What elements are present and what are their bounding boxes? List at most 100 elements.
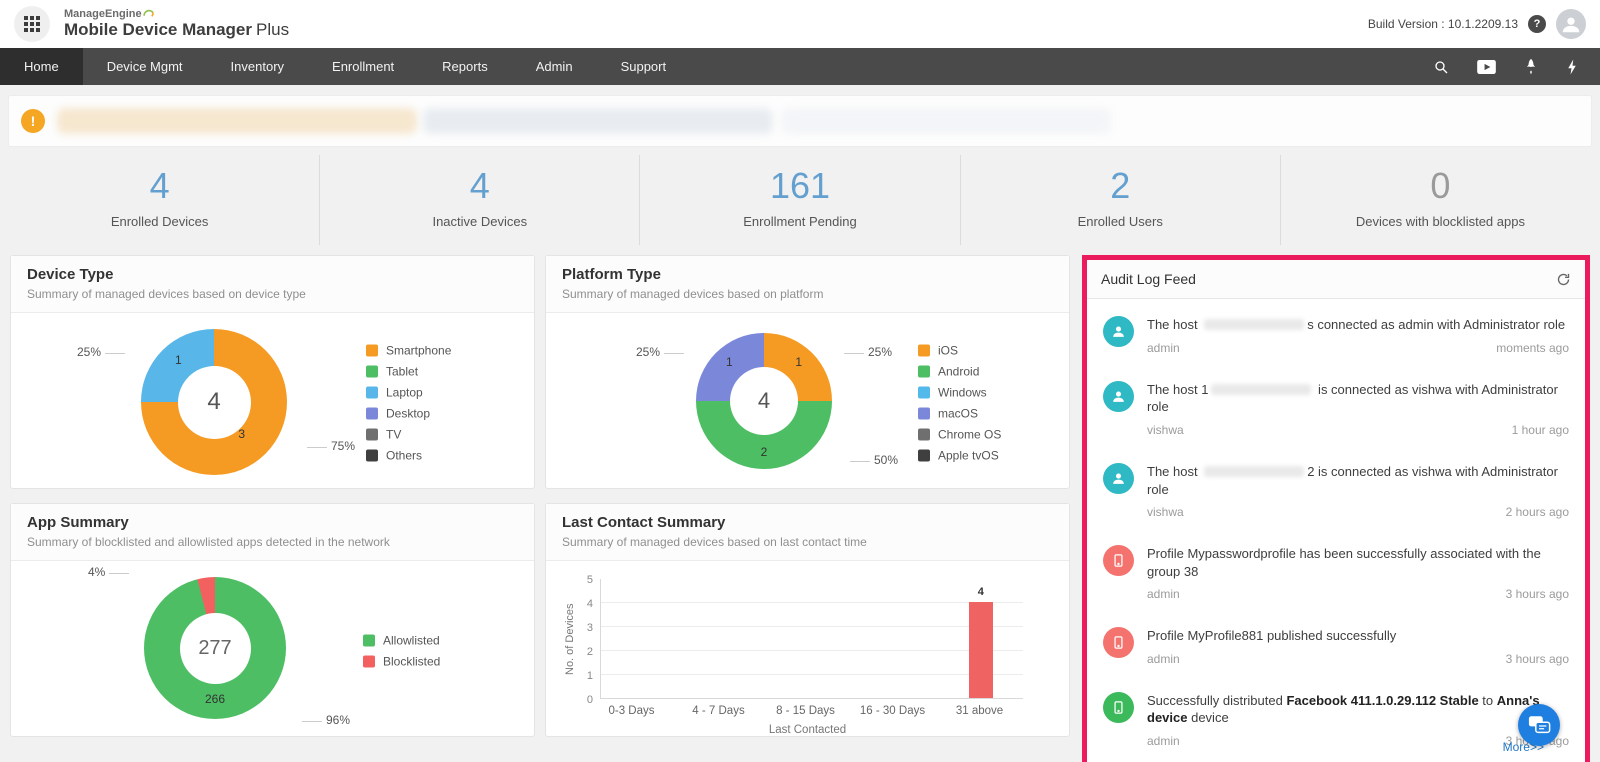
stat-enrolled-users[interactable]: 2Enrolled Users bbox=[961, 155, 1281, 245]
legend-item: Desktop bbox=[366, 407, 451, 421]
audit-entry: The host 1 is connected as vishwa with A… bbox=[1103, 368, 1569, 450]
stat-devices-with-blocklisted-apps[interactable]: 0Devices with blocklisted apps bbox=[1281, 155, 1600, 245]
bar-column bbox=[601, 579, 685, 698]
audit-log-feed-card: Audit Log Feed The host s connected as a… bbox=[1082, 255, 1590, 762]
slice-value-label: 1 bbox=[795, 355, 802, 369]
slice-value-label: 1 bbox=[726, 355, 733, 369]
stat-enrolled-devices[interactable]: 4Enrolled Devices bbox=[0, 155, 320, 245]
audit-time: 2 hours ago bbox=[1506, 505, 1569, 519]
build-version: Build Version : 10.1.2209.13 bbox=[1368, 17, 1518, 31]
card-body: 2774%96%266 AllowlistedBlocklisted bbox=[11, 561, 534, 741]
device-type-donut-chart: 425%75%13 bbox=[141, 329, 287, 475]
bar-column bbox=[854, 579, 938, 698]
stat-label: Enrolled Devices bbox=[0, 214, 319, 229]
legend-label: Smartphone bbox=[386, 344, 451, 358]
percent-callout: 50% bbox=[850, 453, 898, 467]
nav-item-support[interactable]: Support bbox=[597, 48, 691, 85]
legend-color-box bbox=[918, 345, 930, 357]
rocket-icon[interactable] bbox=[1524, 58, 1538, 75]
platform-type-donut-chart: 425%25%50%112 bbox=[696, 333, 832, 469]
audit-user: admin bbox=[1147, 652, 1180, 666]
legend-item: iOS bbox=[918, 344, 1001, 358]
search-icon[interactable] bbox=[1433, 59, 1449, 75]
widgets-grid: Device Type Summary of managed devices b… bbox=[10, 255, 1070, 737]
bar-column bbox=[770, 579, 854, 698]
legend-color-box bbox=[366, 366, 378, 378]
nav-item-enrollment[interactable]: Enrollment bbox=[308, 48, 418, 85]
alert-banner: ! bbox=[8, 95, 1592, 147]
legend-label: Windows bbox=[938, 386, 987, 400]
audit-user: vishwa bbox=[1147, 505, 1184, 519]
app-icon bbox=[1103, 692, 1134, 723]
stat-inactive-devices[interactable]: 4 Inactive Devices bbox=[320, 155, 640, 245]
page-title: Mobile Device ManagerPlus bbox=[64, 20, 289, 40]
percent-callout: 25% bbox=[636, 345, 684, 359]
nav-item-admin[interactable]: Admin bbox=[512, 48, 597, 85]
x-tick-label: 4 - 7 Days bbox=[675, 705, 762, 717]
card-title: Last Contact Summary bbox=[562, 514, 1053, 531]
audit-log-header: Audit Log Feed bbox=[1087, 260, 1585, 299]
slice-value-label: 2 bbox=[761, 445, 768, 459]
card-subtitle: Summary of blocklisted and allowlisted a… bbox=[27, 535, 518, 549]
last-contact-card: Last Contact Summary Summary of managed … bbox=[545, 503, 1070, 737]
x-tick-label: 31 above bbox=[936, 705, 1023, 717]
legend-color-box bbox=[918, 408, 930, 420]
card-title: Platform Type bbox=[562, 266, 1053, 283]
audit-user: admin bbox=[1147, 734, 1180, 748]
top-bar: ManageEngine Mobile Device ManagerPlus B… bbox=[0, 0, 1600, 48]
nav-item-reports[interactable]: Reports bbox=[418, 48, 512, 85]
product-name: Mobile Device Manager bbox=[64, 20, 252, 39]
stat-value: 161 bbox=[640, 165, 959, 206]
legend-item: Others bbox=[366, 449, 451, 463]
donut-center-value: 4 bbox=[141, 329, 287, 475]
flash-icon[interactable] bbox=[1566, 59, 1578, 75]
chat-button[interactable] bbox=[1518, 704, 1560, 746]
legend-color-box bbox=[366, 408, 378, 420]
audit-time: 3 hours ago bbox=[1506, 652, 1569, 666]
audit-time: 1 hour ago bbox=[1512, 423, 1569, 437]
audit-message: Profile Mypasswordprofile has been succe… bbox=[1147, 545, 1569, 580]
stat-value: 4 bbox=[320, 165, 639, 206]
audit-log-list: The host s connected as admin with Admin… bbox=[1087, 299, 1585, 762]
slice-value-label: 266 bbox=[205, 692, 225, 706]
x-tick-label: 0-3 Days bbox=[588, 705, 675, 717]
platform-type-card: Platform Type Summary of managed devices… bbox=[545, 255, 1070, 489]
legend-label: TV bbox=[386, 428, 401, 442]
video-icon[interactable] bbox=[1477, 60, 1496, 74]
card-header: Last Contact Summary Summary of managed … bbox=[546, 504, 1069, 561]
legend-item: macOS bbox=[918, 407, 1001, 421]
stat-label: Inactive Devices bbox=[320, 214, 639, 229]
legend-label: Blocklisted bbox=[383, 655, 440, 669]
brand-swirl-icon bbox=[143, 8, 154, 18]
audit-entry: The host s connected as admin with Admin… bbox=[1103, 303, 1569, 368]
nav-icons bbox=[1411, 48, 1600, 85]
main-content: Device Type Summary of managed devices b… bbox=[0, 255, 1600, 762]
stat-value: 0 bbox=[1281, 165, 1600, 206]
percent-callout: 75% bbox=[307, 439, 355, 453]
audit-entry: The host 2 is connected as vishwa with A… bbox=[1103, 450, 1569, 532]
card-subtitle: Summary of managed devices based on last… bbox=[562, 535, 1053, 549]
percent-callout: 96% bbox=[302, 713, 350, 727]
audit-log-title: Audit Log Feed bbox=[1101, 271, 1196, 287]
legend-label: Others bbox=[386, 449, 422, 463]
nav-item-inventory[interactable]: Inventory bbox=[207, 48, 308, 85]
legend-color-box bbox=[918, 387, 930, 399]
help-icon[interactable]: ? bbox=[1528, 15, 1546, 33]
nav-item-home[interactable]: Home bbox=[0, 48, 83, 85]
redacted-text bbox=[1204, 319, 1304, 330]
stat-enrollment-pending[interactable]: 161Enrollment Pending bbox=[640, 155, 960, 245]
audit-time: 3 hours ago bbox=[1506, 587, 1569, 601]
y-axis-ticks: 012345 bbox=[576, 579, 600, 699]
legend-item: Laptop bbox=[366, 386, 451, 400]
redacted-text bbox=[1211, 384, 1311, 395]
avatar[interactable] bbox=[1556, 9, 1586, 39]
nav-item-device-mgmt[interactable]: Device Mgmt bbox=[83, 48, 207, 85]
audit-user: admin bbox=[1147, 341, 1180, 355]
audit-entry: Successfully distributed Facebook 411.1.… bbox=[1103, 679, 1569, 761]
legend-label: iOS bbox=[938, 344, 958, 358]
last-contact-bar-chart: No. of Devices01234540-3 Days4 - 7 Days8… bbox=[546, 561, 1069, 736]
legend-item: Windows bbox=[918, 386, 1001, 400]
refresh-icon[interactable] bbox=[1556, 272, 1571, 287]
app-launcher-button[interactable] bbox=[14, 6, 50, 42]
legend-color-box bbox=[918, 429, 930, 441]
